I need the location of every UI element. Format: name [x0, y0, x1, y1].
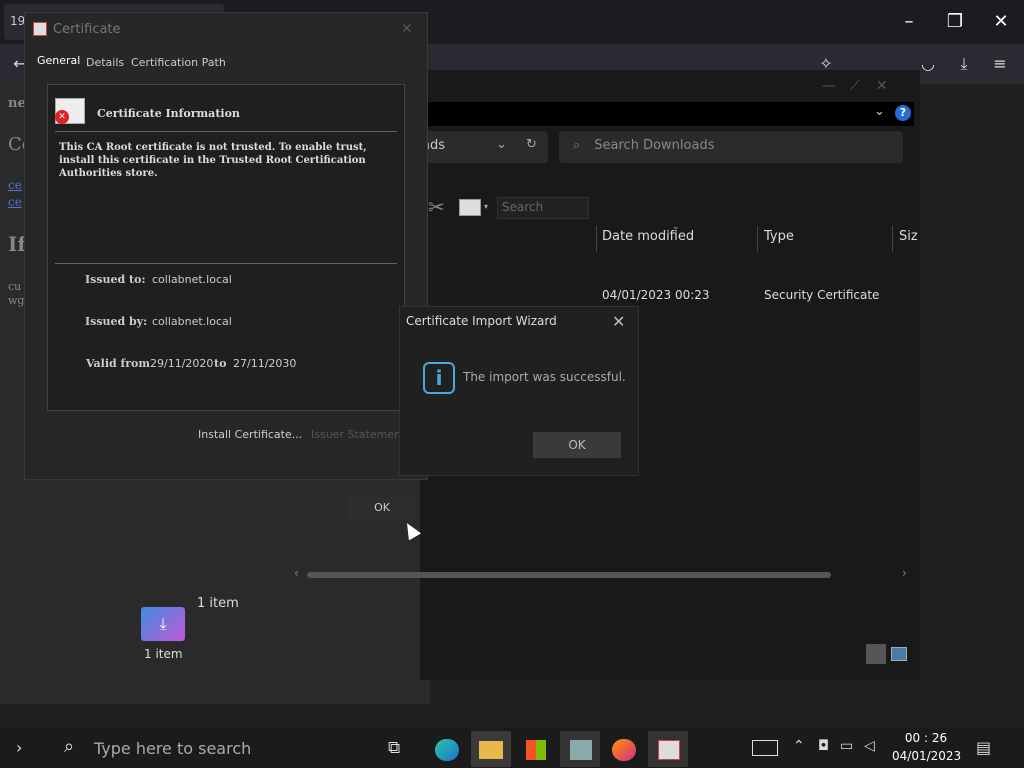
firefox-icon[interactable]: [604, 731, 644, 767]
issued-by-value: collabnet.local: [152, 315, 232, 328]
valid-to-value: 27/11/2030: [233, 357, 297, 370]
certificate-ok-button[interactable]: OK: [346, 497, 418, 519]
tab-certification-path[interactable]: Certification Path: [131, 56, 226, 69]
ribbon-search-input[interactable]: Search: [497, 197, 589, 219]
item-count: 1 item: [197, 596, 239, 611]
sort-icon: ⌄: [672, 222, 680, 232]
close-icon[interactable]: ✕: [401, 21, 413, 37]
refresh-icon[interactable]: ↻: [526, 137, 537, 152]
certificate-manager-icon[interactable]: [560, 731, 600, 767]
chevron-right-icon[interactable]: ›: [16, 738, 22, 757]
page-link[interactable]: ce: [8, 195, 22, 209]
certificate-title: Certificate: [53, 22, 121, 37]
issued-to-value: collabnet.local: [152, 273, 232, 286]
explorer-minimize-icon[interactable]: —: [822, 78, 836, 94]
install-certificate-button[interactable]: Install Certificate...: [198, 428, 302, 441]
taskbar-search-input[interactable]: Type here to search: [94, 739, 251, 758]
details-view-icon[interactable]: [866, 644, 886, 664]
explorer-close-icon[interactable]: ✕: [876, 78, 888, 94]
maximize-button[interactable]: ❐: [932, 0, 978, 44]
menu-icon[interactable]: ≡: [988, 52, 1012, 76]
clock-time[interactable]: 00 : 26: [904, 731, 948, 745]
file-date[interactable]: 04/01/2023 00:23: [602, 288, 710, 302]
horizontal-scrollbar[interactable]: [307, 572, 831, 578]
wizard-message: The import was successful.: [463, 370, 626, 384]
network-icon[interactable]: ▭: [840, 738, 853, 754]
column-divider: [892, 226, 893, 252]
divider: [55, 131, 397, 132]
edge-icon[interactable]: [427, 731, 467, 767]
volume-muted-icon[interactable]: ◁: [864, 738, 875, 754]
valid-to-label: to: [214, 357, 227, 370]
search-icon[interactable]: ⌕: [64, 736, 74, 757]
chevron-down-icon[interactable]: ⌄: [874, 104, 885, 119]
certificate-icon: [33, 22, 47, 36]
search-icon: ⌕: [573, 138, 581, 153]
column-divider: [757, 226, 758, 252]
column-type[interactable]: Type: [764, 229, 794, 244]
column-date-modified[interactable]: Date modified: [602, 229, 694, 244]
scroll-left-icon[interactable]: ‹: [294, 566, 299, 580]
issued-to-label: Issued to:: [85, 273, 146, 286]
page-text: wg: [8, 294, 25, 307]
issuer-statement-button[interactable]: Issuer Statement: [311, 428, 405, 441]
valid-from-label: Valid from: [86, 357, 151, 370]
item-count-label: 1 item: [144, 647, 183, 661]
info-icon: i: [423, 362, 455, 394]
downloads-folder-icon[interactable]: ⤓: [141, 607, 185, 641]
certificate-warning: This CA Root certificate is not trusted.…: [59, 142, 367, 179]
certificate-icon[interactable]: [648, 731, 688, 767]
explorer-ribbon-bar: [420, 102, 914, 126]
tab-details[interactable]: Details: [86, 56, 124, 69]
valid-from-value: 29/11/2020: [150, 357, 214, 370]
cut-icon[interactable]: ✂: [428, 195, 445, 219]
close-icon[interactable]: ✕: [612, 312, 625, 331]
notification-icon[interactable]: ▤: [976, 738, 991, 757]
tiles-view-icon[interactable]: [891, 647, 907, 661]
chevron-up-icon[interactable]: ⌃: [793, 738, 805, 754]
page-link[interactable]: ce: [8, 178, 22, 192]
wizard-title: Certificate Import Wizard: [406, 314, 557, 328]
tab-general[interactable]: General: [37, 54, 80, 67]
file-explorer-icon[interactable]: [471, 731, 511, 767]
scroll-right-icon[interactable]: ›: [902, 566, 907, 580]
news-icon[interactable]: [752, 740, 778, 756]
page-text: cu: [8, 280, 22, 293]
view-icon[interactable]: [459, 199, 481, 216]
search-placeholder: Search Downloads: [594, 138, 715, 153]
clock-date[interactable]: 04/01/2023: [892, 749, 961, 763]
wizard-ok-button[interactable]: OK: [533, 432, 621, 458]
minimize-button[interactable]: –: [886, 0, 932, 44]
search-downloads-input[interactable]: ⌕ Search Downloads: [559, 131, 903, 163]
chevron-down-icon[interactable]: ▾: [484, 202, 488, 211]
issued-by-label: Issued by:: [85, 315, 148, 328]
error-icon: ✕: [55, 110, 69, 124]
task-view-icon[interactable]: ⧉: [388, 738, 400, 758]
address-bar[interactable]: ads ⌄ ↻: [420, 131, 548, 163]
meet-icon[interactable]: ◘: [818, 738, 829, 754]
column-size[interactable]: Siz: [899, 229, 918, 244]
certificate-info-title: Certificate Information: [97, 107, 240, 120]
download-icon[interactable]: ⤓: [952, 52, 976, 76]
explorer-maximize-icon[interactable]: ⟋: [850, 78, 860, 94]
close-button[interactable]: ✕: [978, 0, 1024, 44]
chevron-down-icon[interactable]: ⌄: [496, 137, 507, 152]
help-icon[interactable]: ?: [895, 105, 911, 121]
column-divider: [596, 226, 597, 252]
store-icon[interactable]: [516, 731, 556, 767]
file-type[interactable]: Security Certificate: [764, 288, 879, 302]
divider: [55, 263, 397, 264]
